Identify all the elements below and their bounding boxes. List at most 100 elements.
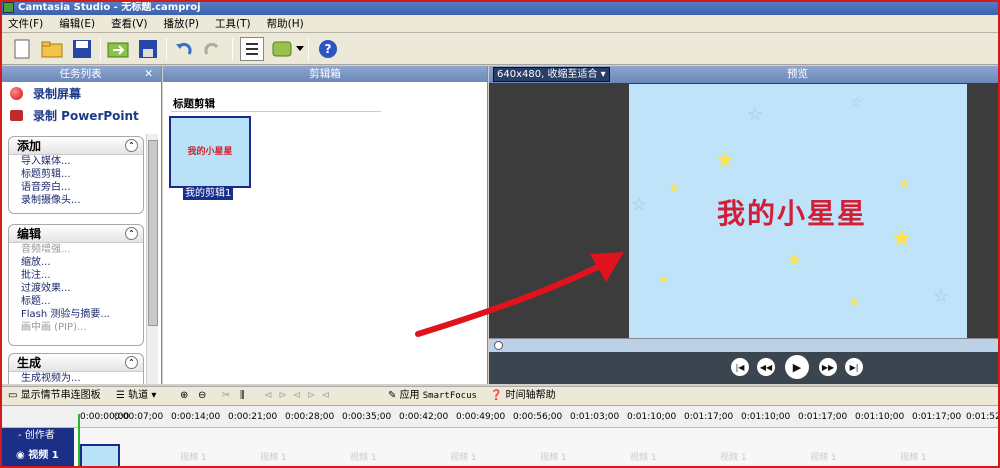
camtasia-app-icon bbox=[3, 2, 14, 13]
collapse-icon[interactable]: ⌃ bbox=[125, 356, 138, 369]
track-clip-label: 视频 1 bbox=[260, 453, 287, 463]
record-camera-link[interactable]: 录制摄像头... bbox=[9, 194, 143, 207]
track-clip-label: 视频 1 bbox=[900, 453, 927, 463]
scrollbar-thumb[interactable] bbox=[148, 140, 158, 326]
timeline-playhead[interactable] bbox=[78, 414, 80, 468]
timeline-help-button[interactable]: ❓ 时间轴帮助 bbox=[490, 387, 556, 405]
menu-help[interactable]: 帮助(H) bbox=[259, 15, 312, 33]
track-clip-label: 视频 1 bbox=[720, 453, 747, 463]
transitions-link[interactable]: 过渡效果... bbox=[9, 282, 143, 295]
ruler-tick: 0:01:52 bbox=[966, 412, 1000, 422]
open-folder-icon[interactable] bbox=[40, 37, 64, 61]
annotation-arrow bbox=[415, 252, 624, 337]
star-outline-icon: ☆ bbox=[851, 95, 862, 109]
creator-label: 创作者 bbox=[24, 430, 55, 441]
record-ppt-label: 录制 PowerPoint bbox=[33, 108, 139, 123]
collapse-icon[interactable]: ⌃ bbox=[125, 139, 138, 152]
menu-bar: 文件(F) 编辑(E) 查看(V) 播放(P) 工具(T) 帮助(H) bbox=[0, 15, 1000, 33]
produce-video-link[interactable]: 生成视频为... bbox=[9, 372, 143, 384]
star-icon: ★ bbox=[891, 224, 913, 252]
produce-icon[interactable] bbox=[270, 37, 294, 61]
video-track-name: 视频 1 bbox=[28, 450, 59, 461]
thumbnail-text: 我的小星星 bbox=[187, 147, 233, 157]
save-icon[interactable] bbox=[70, 37, 94, 61]
title-clip-link[interactable]: 标题剪辑... bbox=[9, 168, 143, 181]
split-icon[interactable]: ⫼ bbox=[240, 387, 245, 405]
zoom-out-icon[interactable]: ⊖ bbox=[198, 387, 206, 405]
tracks-button[interactable]: ☰ 轨道 ▾ bbox=[116, 387, 156, 405]
creator-track-label[interactable]: - 创作者 bbox=[0, 428, 74, 444]
ruler-tick: 0:00:35;00 bbox=[342, 412, 392, 422]
preview-title: 预览 bbox=[787, 68, 808, 80]
star-icon: ★ bbox=[899, 177, 910, 191]
apply-smartfocus-button[interactable]: ✎ 应用 SmartFocus bbox=[388, 387, 477, 405]
timeline-toolbar: ▭ 显示情节串连图板 ☰ 轨道 ▾ ⊕ ⊖ ✂ ⫼ ⊲⊳⊲⊳⊲ ✎ 应用 Sma… bbox=[0, 386, 1000, 406]
record-powerpoint-link[interactable]: 录制 PowerPoint bbox=[0, 104, 161, 126]
menu-view[interactable]: 查看(V) bbox=[103, 15, 155, 33]
new-project-icon[interactable] bbox=[10, 37, 34, 61]
ruler-tick: 0:01:10;00 bbox=[627, 412, 677, 422]
voice-narration-link[interactable]: 语音旁白... bbox=[9, 181, 143, 194]
playback-controls: |◀ ◀◀ ▶ ▶▶ ▶| bbox=[489, 352, 1000, 384]
preview-canvas: ☆ ★ ★ ★ ★ ★ ★ ★ ☆ ☆ ☆ 我的小星星 bbox=[629, 84, 967, 338]
clip-bin-title: 剪辑箱 bbox=[309, 68, 341, 80]
creator-track: - 创作者 bbox=[0, 428, 1000, 444]
preview-size-dropdown[interactable]: 640x480, 收缩至适合 ▾ bbox=[493, 67, 610, 82]
help-icon[interactable]: ? bbox=[316, 37, 340, 61]
menu-play[interactable]: 播放(P) bbox=[155, 15, 207, 33]
audio-enhance-link[interactable]: 音频增强... bbox=[9, 243, 143, 256]
window-title: Camtasia Studio - 无标题.camproj bbox=[18, 2, 201, 13]
task-list-panel: 任务列表 ✕ 录制屏幕 录制 PowerPoint 添加 ⌃ 导入媒体... 标题剪… bbox=[0, 66, 162, 384]
menu-tools[interactable]: 工具(T) bbox=[207, 15, 259, 33]
star-outline-icon: ☆ bbox=[747, 104, 764, 125]
star-icon: ★ bbox=[849, 295, 860, 309]
video-clip[interactable] bbox=[80, 444, 120, 468]
video-track-label[interactable]: ◉ 视频 1 bbox=[0, 444, 74, 468]
title-clip-thumbnail[interactable]: 我的小星星 bbox=[169, 116, 251, 188]
callouts-link[interactable]: 批注... bbox=[9, 269, 143, 282]
clip-caption[interactable]: 我的剪辑1 bbox=[183, 188, 234, 200]
pip-link[interactable]: 画中画 (PIP)... bbox=[9, 321, 143, 334]
clip-bin-header: 剪辑箱 bbox=[163, 66, 487, 82]
record-screen-link[interactable]: 录制屏幕 bbox=[0, 82, 161, 104]
flash-quiz-link[interactable]: Flash 测验与摘要... bbox=[9, 308, 143, 321]
timeline-ruler[interactable]: 0:00:00;00 0:00:07;00 0:00:14;00 0:00:21… bbox=[0, 406, 1000, 428]
task-list-icon[interactable] bbox=[240, 37, 264, 61]
title-clips-section-label: 标题剪辑 bbox=[173, 98, 215, 110]
import-media-link[interactable]: 导入媒体... bbox=[9, 155, 143, 168]
preview-title-text: 我的小星星 bbox=[717, 197, 868, 230]
clip-edit-icons: ⊲⊳⊲⊳⊲ bbox=[264, 390, 336, 401]
ruler-tick: 0:01:17;00 bbox=[912, 412, 962, 422]
title-bar: Camtasia Studio - 无标题.camproj bbox=[0, 0, 1000, 15]
fast-forward-icon[interactable]: ▶▶ bbox=[819, 358, 837, 376]
produce-group-title: 生成 bbox=[17, 356, 42, 370]
zoom-link[interactable]: 缩放... bbox=[9, 256, 143, 269]
storyboard-button[interactable]: ▭ 显示情节串连图板 bbox=[8, 387, 101, 405]
titles-link[interactable]: 标题... bbox=[9, 295, 143, 308]
ruler-tick: 0:00:07;00 bbox=[114, 412, 164, 422]
apply-label: 应用 bbox=[399, 390, 420, 401]
ruler-tick: 0:00:49;00 bbox=[456, 412, 506, 422]
collapse-icon[interactable]: ⌃ bbox=[125, 227, 138, 240]
tracks-label: 轨道 bbox=[128, 390, 149, 401]
zoom-in-icon[interactable]: ⊕ bbox=[180, 387, 188, 405]
star-icon: ★ bbox=[715, 148, 735, 173]
menu-file[interactable]: 文件(F) bbox=[0, 15, 51, 33]
play-icon[interactable]: ▶ bbox=[785, 355, 809, 379]
save-as-icon[interactable] bbox=[136, 37, 160, 61]
redo-icon[interactable] bbox=[200, 37, 224, 61]
cut-icon[interactable]: ✂ bbox=[222, 387, 230, 405]
ruler-tick: 0:00:14;00 bbox=[171, 412, 221, 422]
menu-edit[interactable]: 编辑(E) bbox=[51, 15, 103, 33]
close-icon[interactable]: ✕ bbox=[144, 66, 153, 82]
track-clip-label: 视频 1 bbox=[450, 453, 477, 463]
dropdown-arrow-icon[interactable] bbox=[294, 37, 306, 61]
rewind-icon[interactable]: ◀◀ bbox=[757, 358, 775, 376]
task-list-scrollbar[interactable] bbox=[146, 134, 158, 384]
add-group-title: 添加 bbox=[17, 139, 42, 153]
skip-back-icon[interactable]: |◀ bbox=[731, 358, 749, 376]
undo-icon[interactable] bbox=[172, 37, 196, 61]
skip-forward-icon[interactable]: ▶| bbox=[845, 358, 863, 376]
import-media-icon[interactable] bbox=[106, 37, 130, 61]
ruler-tick: 0:00:42;00 bbox=[399, 412, 449, 422]
